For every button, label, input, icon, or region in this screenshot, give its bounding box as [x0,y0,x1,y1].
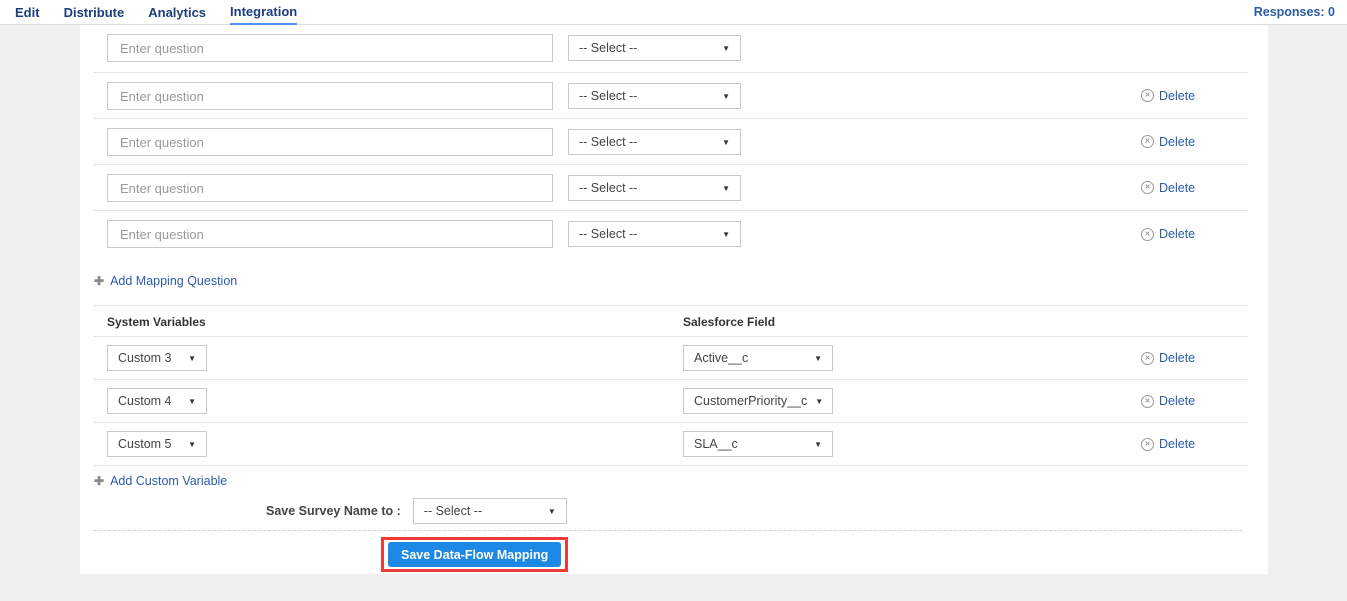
circle-x-icon: ✕ [1141,135,1154,148]
chevron-down-icon: ▼ [815,397,823,406]
mapping-question-row: -- Select -- ▼ ✕ Delete [93,211,1248,257]
circle-x-icon: ✕ [1141,438,1154,451]
salesforce-field-select[interactable]: CustomerPriority__c ▼ [683,388,833,414]
add-custom-variable-link[interactable]: ✚ Add Custom Variable [94,474,227,488]
chevron-down-icon: ▼ [722,92,730,101]
question-type-select[interactable]: -- Select -- ▼ [568,221,741,247]
tab-distribute[interactable]: Distribute [64,1,125,24]
top-nav-bar: Edit Distribute Analytics Integration Re… [0,0,1347,25]
plus-icon: ✚ [94,474,104,488]
chevron-down-icon: ▼ [722,44,730,53]
question-type-select[interactable]: -- Select -- ▼ [568,83,741,109]
chevron-down-icon: ▼ [188,354,196,363]
chevron-down-icon: ▼ [814,354,822,363]
delete-row-link[interactable]: ✕ Delete [1141,394,1195,408]
delete-row-link[interactable]: ✕ Delete [1141,351,1195,365]
chevron-down-icon: ▼ [722,230,730,239]
add-mapping-question-label: Add Mapping Question [110,274,237,288]
question-input[interactable] [107,174,553,202]
system-variables-header: System Variables [107,306,206,338]
delete-row-link[interactable]: ✕ Delete [1141,89,1195,103]
dashed-divider [93,530,1242,531]
system-variable-select[interactable]: Custom 4 ▼ [107,388,207,414]
chevron-down-icon: ▼ [188,397,196,406]
select-value: Custom 3 [118,351,172,365]
delete-label: Delete [1159,135,1195,149]
add-custom-variable-label: Add Custom Variable [110,474,227,488]
system-variable-select[interactable]: Custom 3 ▼ [107,345,207,371]
delete-label: Delete [1159,227,1195,241]
circle-x-icon: ✕ [1141,181,1154,194]
select-value: SLA__c [694,437,738,451]
select-value: CustomerPriority__c [694,394,807,408]
variable-mapping-row: Custom 5 ▼ SLA__c ▼ ✕ Delete [93,423,1248,466]
circle-x-icon: ✕ [1141,395,1154,408]
delete-row-link[interactable]: ✕ Delete [1141,437,1195,451]
salesforce-field-select[interactable]: SLA__c ▼ [683,431,833,457]
save-survey-name-label: Save Survey Name to : [266,504,401,518]
select-value: -- Select -- [579,89,637,103]
delete-row-link[interactable]: ✕ Delete [1141,135,1195,149]
question-type-select[interactable]: -- Select -- ▼ [568,35,741,61]
add-custom-variable-row: ✚ Add Custom Variable [93,466,1248,496]
tab-integration[interactable]: Integration [230,0,297,25]
add-mapping-question-row: ✚ Add Mapping Question [93,257,1248,305]
save-survey-name-select[interactable]: -- Select -- ▼ [413,498,567,524]
circle-x-icon: ✕ [1141,228,1154,241]
responses-count[interactable]: Responses: 0 [1254,5,1335,19]
delete-row-link[interactable]: ✕ Delete [1141,227,1195,241]
select-value: -- Select -- [579,227,637,241]
annotation-highlight-box: Save Data-Flow Mapping [381,537,568,572]
save-survey-name-row: Save Survey Name to : -- Select -- ▼ [266,498,1248,524]
chevron-down-icon: ▼ [814,440,822,449]
salesforce-field-select[interactable]: Active__c ▼ [683,345,833,371]
save-button-row: Save Data-Flow Mapping [93,537,1248,572]
salesforce-field-header: Salesforce Field [683,306,775,338]
question-input[interactable] [107,34,553,62]
select-value: -- Select -- [579,181,637,195]
chevron-down-icon: ▼ [188,440,196,449]
select-value: Active__c [694,351,748,365]
select-value: -- Select -- [579,135,637,149]
tab-analytics[interactable]: Analytics [148,1,206,24]
delete-label: Delete [1159,181,1195,195]
variables-header-row: System Variables Salesforce Field [93,305,1248,337]
circle-x-icon: ✕ [1141,352,1154,365]
question-input[interactable] [107,220,553,248]
select-value: -- Select -- [424,504,482,518]
select-value: -- Select -- [579,41,637,55]
chevron-down-icon: ▼ [722,184,730,193]
circle-x-icon: ✕ [1141,89,1154,102]
chevron-down-icon: ▼ [722,138,730,147]
select-value: Custom 4 [118,394,172,408]
delete-label: Delete [1159,437,1195,451]
integration-panel: -- Select -- ▼ -- Select -- ▼ ✕ Delete -… [80,25,1268,574]
variable-mapping-row: Custom 3 ▼ Active__c ▼ ✕ Delete [93,337,1248,380]
mapping-question-row: -- Select -- ▼ [93,25,1248,73]
question-input[interactable] [107,82,553,110]
system-variable-select[interactable]: Custom 5 ▼ [107,431,207,457]
tab-edit[interactable]: Edit [15,1,40,24]
question-type-select[interactable]: -- Select -- ▼ [568,129,741,155]
plus-icon: ✚ [94,274,104,288]
mapping-question-row: -- Select -- ▼ ✕ Delete [93,73,1248,119]
chevron-down-icon: ▼ [548,507,556,516]
mapping-question-row: -- Select -- ▼ ✕ Delete [93,165,1248,211]
add-mapping-question-link[interactable]: ✚ Add Mapping Question [94,274,237,288]
variable-mapping-row: Custom 4 ▼ CustomerPriority__c ▼ ✕ Delet… [93,380,1248,423]
mapping-question-row: -- Select -- ▼ ✕ Delete [93,119,1248,165]
question-type-select[interactable]: -- Select -- ▼ [568,175,741,201]
delete-row-link[interactable]: ✕ Delete [1141,181,1195,195]
delete-label: Delete [1159,351,1195,365]
question-input[interactable] [107,128,553,156]
save-data-flow-mapping-button[interactable]: Save Data-Flow Mapping [388,542,561,567]
delete-label: Delete [1159,394,1195,408]
select-value: Custom 5 [118,437,172,451]
delete-label: Delete [1159,89,1195,103]
